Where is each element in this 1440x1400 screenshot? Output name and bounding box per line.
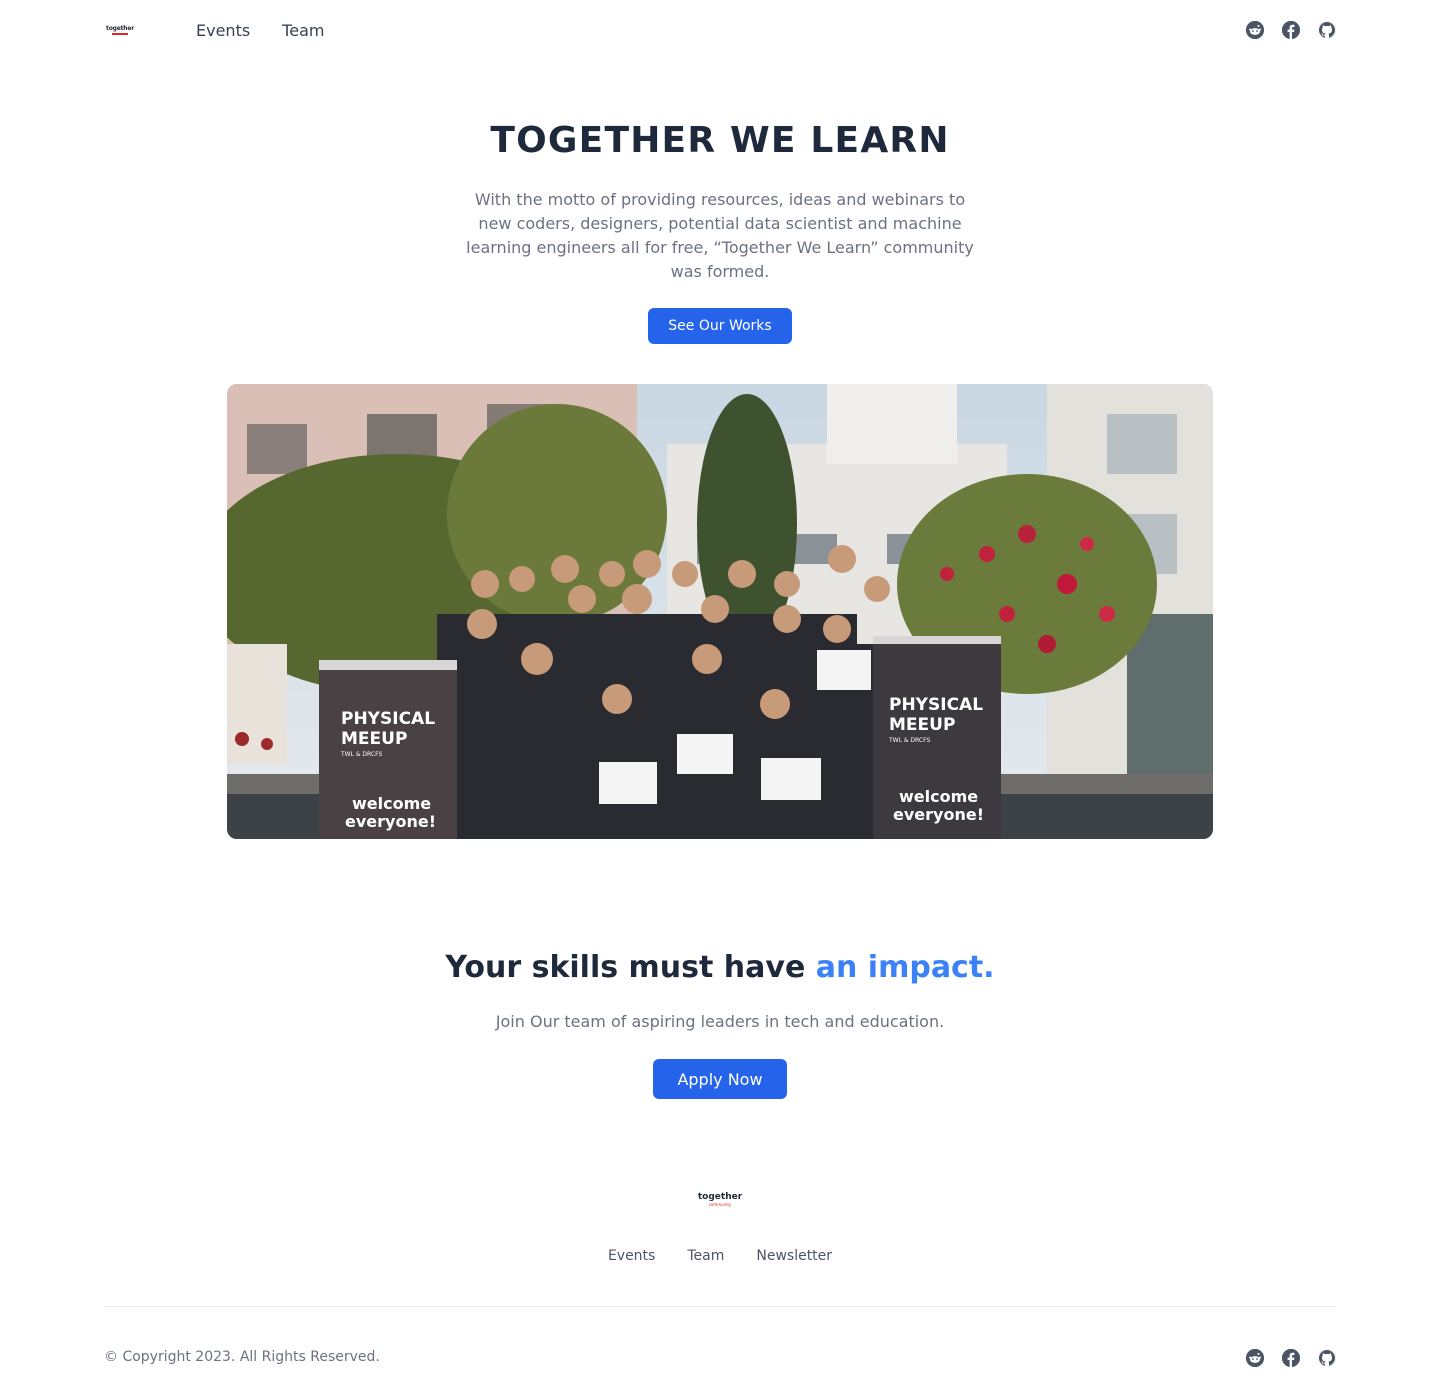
footer-social-links xyxy=(1246,1349,1336,1367)
community-group-photo: PHYSICAL MEEUP TWL & DRCFS welcome every… xyxy=(227,384,1213,839)
hero-description: With the motto of providing resources, i… xyxy=(466,190,974,281)
facebook-icon[interactable] xyxy=(1282,21,1300,39)
footer-divider xyxy=(104,1306,1336,1307)
nav-link-events[interactable]: Events xyxy=(196,21,250,40)
footer-links: Events Team Newsletter xyxy=(0,1248,1440,1264)
svg-text:TWL & DRCFS: TWL & DRCFS xyxy=(888,737,930,744)
apply-now-button[interactable]: Apply Now xyxy=(653,1059,787,1099)
nav-link-team[interactable]: Team xyxy=(282,21,324,40)
svg-text:MEEUP: MEEUP xyxy=(889,715,955,735)
footer-logo-sub: community xyxy=(708,1202,732,1207)
reddit-icon[interactable] xyxy=(1246,1349,1264,1367)
copyright-text: © Copyright 2023. All Rights Reserved. xyxy=(104,1349,380,1365)
github-icon[interactable] xyxy=(1318,1349,1336,1367)
top-navbar: together Events Team xyxy=(104,0,1336,60)
footer-logo[interactable]: together community xyxy=(697,1192,743,1208)
hero-title: TOGETHER WE LEARN xyxy=(490,120,950,161)
footer-logo-text: together xyxy=(697,1192,743,1202)
impact-title: Your skills must have an impact. xyxy=(0,950,1440,985)
impact-subtitle: Join Our team of aspiring leaders in tec… xyxy=(495,1012,945,1031)
footer-link-team[interactable]: Team xyxy=(687,1248,724,1264)
svg-text:PHYSICAL: PHYSICAL xyxy=(341,709,435,729)
svg-text:MEEUP: MEEUP xyxy=(341,729,407,749)
impact-title-main: Your skills must have xyxy=(445,950,816,985)
svg-text:welcome: welcome xyxy=(352,794,431,813)
svg-text:everyone!: everyone! xyxy=(345,812,436,831)
svg-text:TWL & DRCFS: TWL & DRCFS xyxy=(340,751,382,758)
facebook-icon[interactable] xyxy=(1282,1349,1300,1367)
nav-links: Events Team xyxy=(196,21,324,40)
site-logo[interactable]: together xyxy=(106,23,134,37)
svg-text:everyone!: everyone! xyxy=(893,805,984,824)
logo-underline xyxy=(112,32,128,35)
svg-text:welcome: welcome xyxy=(899,787,978,806)
footer-link-events[interactable]: Events xyxy=(608,1248,655,1264)
footer-link-newsletter[interactable]: Newsletter xyxy=(756,1248,832,1264)
impact-title-accent: an impact. xyxy=(815,950,995,985)
reddit-icon[interactable] xyxy=(1246,21,1264,39)
github-icon[interactable] xyxy=(1318,21,1336,39)
logo-text: together xyxy=(106,24,134,32)
svg-text:PHYSICAL: PHYSICAL xyxy=(889,695,983,715)
social-links xyxy=(1246,21,1336,39)
see-our-works-button[interactable]: See Our Works xyxy=(648,308,792,344)
